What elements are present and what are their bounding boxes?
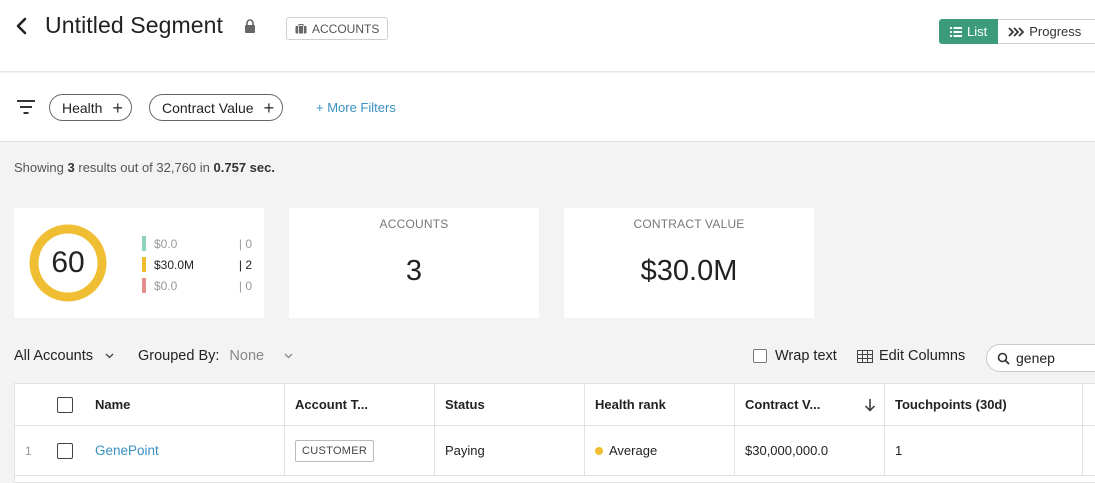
plus-icon: +: [112, 97, 123, 118]
table-toolbar: All Accounts Grouped By: None Wrap text …: [0, 340, 1095, 376]
more-filters-link[interactable]: + More Filters: [316, 100, 396, 115]
grouped-by-label: Grouped By:: [138, 348, 220, 364]
column-header-touchpoints[interactable]: Touchpoints (30d): [885, 384, 1083, 425]
filter-chip-label: Health: [62, 99, 103, 116]
entity-badge-label: ACCOUNTS: [312, 21, 380, 36]
wrap-text-toggle[interactable]: Wrap text: [753, 348, 837, 364]
results-count: 3: [67, 160, 75, 175]
row-select-cell: 1: [15, 426, 85, 475]
filter-bar: Health + Contract Value + + More Filters: [0, 73, 1095, 142]
metric-value: 3: [405, 255, 423, 287]
results-prefix: Showing: [14, 160, 64, 175]
column-header-account-type[interactable]: Account T...: [285, 384, 435, 425]
legend-value: $0.0: [154, 236, 178, 251]
edit-columns-button[interactable]: Edit Columns: [857, 348, 965, 364]
select-all-checkbox[interactable]: [57, 396, 73, 413]
results-time: 0.757 sec.: [213, 160, 275, 175]
contract-value-card: CONTRACT VALUE $30.0M: [564, 208, 814, 318]
search-icon: [997, 352, 1010, 365]
column-header-overflow: [1083, 384, 1095, 425]
results-middle: results out of 32,760 in: [78, 160, 210, 175]
legend-swatch: [142, 278, 146, 293]
accounts-card: ACCOUNTS 3: [289, 208, 539, 318]
cell-contract-value: $30,000,000.0: [735, 426, 885, 475]
cell-health-rank: Average: [585, 426, 735, 475]
health-dot-icon: [595, 446, 603, 455]
table-row[interactable]: 1 GenePoint CUSTOMER Paying Average $30,…: [15, 426, 1095, 476]
contract-value: $30,000,000.0: [745, 443, 829, 458]
column-header-status[interactable]: Status: [435, 384, 585, 425]
search-box[interactable]: [986, 344, 1095, 372]
column-header-contract-value[interactable]: Contract V...: [735, 384, 885, 425]
row-checkbox[interactable]: [57, 442, 73, 459]
page-title[interactable]: Untitled Segment: [45, 12, 223, 39]
chevrons-right-icon: [1008, 26, 1025, 37]
progress-view-label: Progress: [1029, 24, 1082, 39]
cell-account-type: CUSTOMER: [285, 426, 435, 475]
legend-swatch: [142, 236, 146, 251]
list-view-label: List: [967, 24, 988, 39]
metric-value: $30.0M: [640, 255, 738, 287]
health-card: 60 $0.0 | 0 $30.0M | 2 $0.0 | 0: [14, 208, 264, 318]
legend-swatch: [142, 257, 146, 272]
list-icon: [950, 26, 962, 37]
select-all-cell: [15, 384, 85, 425]
column-header-label: Contract V...: [745, 397, 821, 412]
legend-row-poor[interactable]: $0.0 | 0: [142, 278, 252, 293]
cell-status: Paying: [435, 426, 585, 475]
grouped-by-dropdown[interactable]: Grouped By: None: [138, 348, 293, 364]
column-header-health-rank[interactable]: Health rank: [585, 384, 735, 425]
legend-count: | 0: [238, 236, 252, 251]
health-score: 60: [51, 246, 85, 279]
edit-columns-label: Edit Columns: [879, 348, 966, 364]
accounts-table: Name Account T... Status Health rank Con…: [14, 383, 1095, 483]
view-toggle: List Progress: [939, 19, 1095, 44]
wrap-text-checkbox[interactable]: [753, 349, 767, 363]
row-index: 1: [25, 443, 32, 458]
column-header-name[interactable]: Name: [85, 384, 285, 425]
list-view-button[interactable]: List: [939, 19, 999, 44]
cell-name: GenePoint: [85, 426, 285, 475]
chevron-down-icon: [284, 353, 293, 359]
all-accounts-label: All Accounts: [14, 348, 93, 364]
grouped-by-value: None: [229, 348, 265, 364]
sort-down-arrow-icon[interactable]: [864, 398, 876, 412]
metric-label: CONTRACT VALUE: [633, 217, 745, 231]
cell-overflow: [1083, 426, 1095, 475]
metric-label: ACCOUNTS: [379, 217, 449, 231]
health-rank-value: Average: [609, 443, 658, 458]
filter-icon[interactable]: [17, 100, 35, 114]
wrap-text-label: Wrap text: [775, 348, 837, 364]
filter-chip-label: Contract Value: [162, 99, 254, 116]
filter-chip-contract-value[interactable]: Contract Value +: [149, 94, 284, 121]
legend-row-good[interactable]: $0.0 | 0: [142, 236, 252, 251]
all-accounts-dropdown[interactable]: All Accounts: [14, 348, 114, 364]
entity-badge: ACCOUNTS: [286, 17, 389, 40]
table-header-row: Name Account T... Status Health rank Con…: [15, 384, 1095, 426]
briefcase-icon: [295, 23, 307, 33]
results-summary: Showing 3 results out of 32,760 in 0.757…: [14, 160, 275, 175]
legend-row-average[interactable]: $30.0M | 2: [142, 257, 252, 272]
chevron-down-icon: [105, 353, 114, 359]
search-input[interactable]: [1016, 350, 1095, 366]
lock-icon: [245, 19, 255, 33]
legend-count: | 2: [238, 257, 252, 272]
cell-touchpoints: 1: [885, 426, 1083, 475]
legend-count: | 0: [238, 278, 252, 293]
table-grid-icon: [857, 349, 873, 363]
legend-value: $0.0: [154, 278, 178, 293]
page-header: Untitled Segment ACCOUNTS List Progress: [0, 0, 1095, 72]
back-arrow-icon[interactable]: [14, 15, 30, 37]
account-name-link[interactable]: GenePoint: [95, 443, 159, 458]
progress-view-button[interactable]: Progress: [998, 19, 1095, 44]
plus-icon: +: [263, 97, 275, 118]
filter-chip-health[interactable]: Health +: [49, 94, 132, 121]
account-type-badge: CUSTOMER: [295, 439, 375, 462]
legend-value: $30.0M: [154, 257, 195, 272]
